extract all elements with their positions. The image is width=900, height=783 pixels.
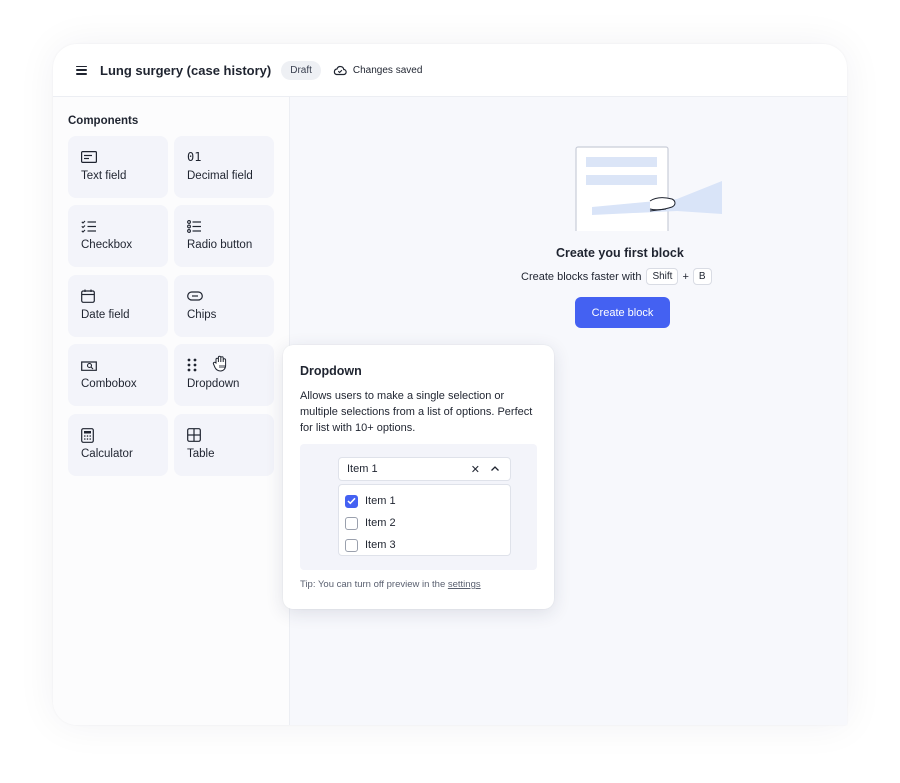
calculator-icon	[81, 427, 94, 443]
option-label: Item 1	[365, 495, 396, 507]
shortcut-hint: Create blocks faster with Shift + B	[521, 268, 716, 285]
shortcut-hint-text: Create blocks faster with	[521, 270, 642, 283]
drag-handle-icon	[187, 358, 197, 372]
grab-cursor-icon	[212, 355, 227, 372]
empty-state-illustration	[575, 146, 722, 231]
combobox-icon	[81, 361, 97, 371]
shift-key: Shift	[646, 268, 679, 285]
component-combobox[interactable]: Combobox	[68, 344, 168, 406]
create-block-button[interactable]: Create block	[575, 297, 670, 328]
chip-icon	[187, 291, 203, 301]
component-label: Decimal field	[187, 170, 253, 182]
component-label: Text field	[81, 170, 127, 182]
component-text-field[interactable]: Text field	[68, 136, 168, 198]
component-table[interactable]: Table	[174, 414, 274, 476]
b-key: B	[692, 268, 712, 285]
checkbox-icon[interactable]	[345, 516, 358, 530]
dropdown-option[interactable]: Item 3	[339, 534, 510, 556]
popover-tip: Tip: You can turn off preview in the set…	[300, 579, 481, 590]
decimal-icon: 01	[187, 150, 202, 164]
popover-description: Allows users to make a single selection …	[300, 390, 533, 434]
cloud-check-icon	[333, 65, 347, 75]
dropdown-options-list: Item 1 Item 2 Item 3	[338, 484, 511, 556]
component-checkbox[interactable]: Checkbox	[68, 205, 168, 267]
clear-icon[interactable]: ✕	[471, 463, 480, 476]
empty-state-title: Create you first block	[556, 246, 684, 260]
settings-link[interactable]: settings	[448, 579, 481, 590]
component-radio-button[interactable]: Radio button	[174, 205, 274, 267]
checkbox-checked-icon[interactable]	[345, 494, 358, 508]
radio-list-icon	[187, 219, 201, 233]
checkbox-icon[interactable]	[345, 538, 358, 552]
save-status-text: Changes saved	[352, 64, 423, 76]
checklist-icon	[81, 220, 96, 233]
status-badge: Draft	[281, 60, 321, 80]
component-label: Radio button	[187, 239, 253, 251]
dropdown-option[interactable]: Item 1	[339, 490, 510, 512]
option-label: Item 2	[365, 517, 396, 529]
component-label: Table	[187, 448, 215, 460]
dropdown-selected-value: Item 1	[347, 463, 378, 475]
component-label: Calculator	[81, 448, 133, 460]
calendar-icon	[81, 289, 95, 303]
component-decimal-field[interactable]: 01 Decimal field	[174, 136, 274, 198]
component-dropdown[interactable]: Dropdown	[174, 344, 274, 406]
component-label: Dropdown	[187, 378, 240, 390]
dropdown-option[interactable]: Item 2	[339, 512, 510, 534]
chevron-up-icon[interactable]	[490, 465, 500, 472]
dropdown-input[interactable]: Item 1 ✕	[338, 457, 511, 481]
document-title: Lung surgery (case history)	[100, 62, 272, 78]
dropdown-preview: Item 1 ✕ Item 1 Item 2 Item 3	[300, 444, 537, 570]
components-sidebar: Components Text field 01 Decimal field C…	[53, 97, 290, 725]
component-preview-popover: Dropdown Allows users to make a single s…	[283, 345, 554, 609]
option-label: Item 3	[365, 539, 396, 551]
table-icon	[187, 428, 201, 442]
sidebar-title: Components	[68, 115, 139, 127]
tip-text: Tip: You can turn off preview in the	[300, 579, 446, 590]
component-date-field[interactable]: Date field	[68, 275, 168, 337]
component-label: Date field	[81, 309, 130, 321]
component-label: Chips	[187, 309, 217, 321]
hamburger-menu-icon[interactable]	[76, 65, 87, 75]
popover-title: Dropdown	[300, 364, 362, 378]
component-calculator[interactable]: Calculator	[68, 414, 168, 476]
component-label: Combobox	[81, 378, 137, 390]
plus-sign: +	[682, 270, 689, 283]
component-label: Checkbox	[81, 239, 133, 251]
component-chips[interactable]: Chips	[174, 275, 274, 337]
text-field-icon	[81, 151, 97, 163]
top-bar: Lung surgery (case history) Draft Change…	[53, 44, 847, 97]
save-status: Changes saved	[333, 64, 423, 76]
